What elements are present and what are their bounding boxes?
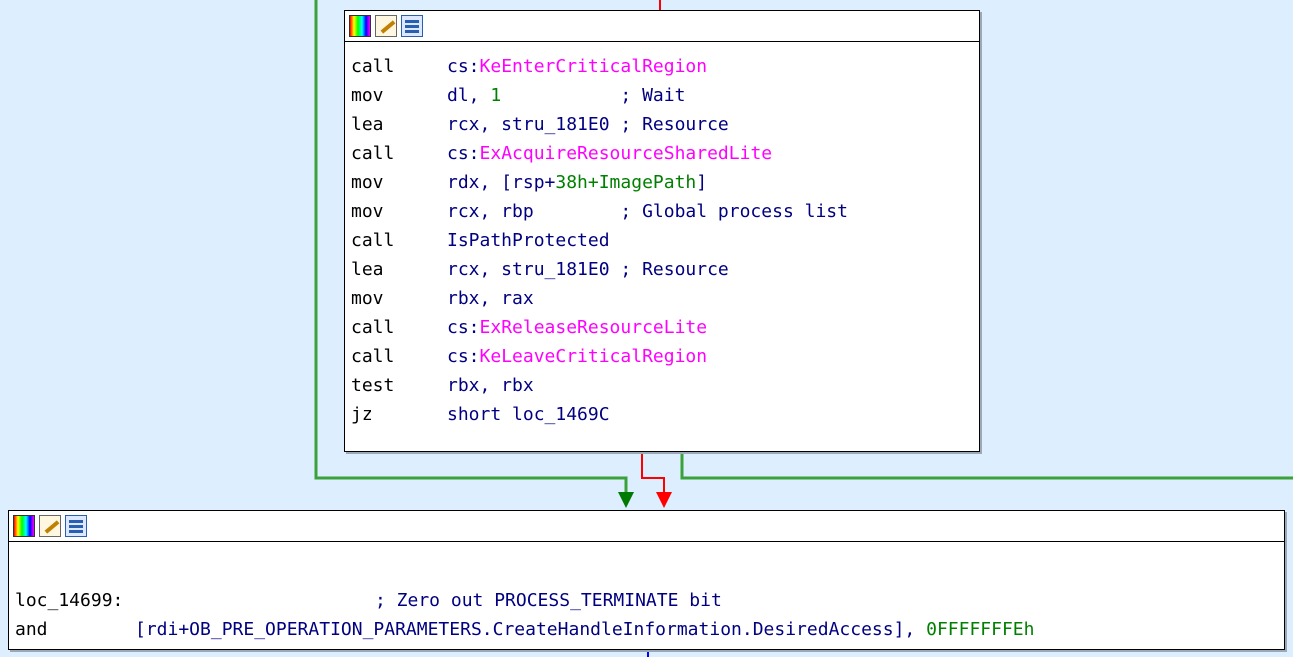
arrow-green [618,492,634,508]
mnemonic: test [351,375,395,396]
edge-red [641,452,665,496]
operand[interactable]: rbx, rax [447,288,534,309]
graph-view-icon[interactable] [65,515,87,537]
mnemonic: mov [351,201,384,222]
code-line[interactable]: call cs:ExReleaseResourceLite [351,313,973,342]
comment: ; Resource [620,114,729,135]
operand[interactable]: cs: [447,346,480,367]
code-line[interactable]: jz short loc_1469C [351,400,973,429]
import-function-name[interactable]: ExAcquireResourceSharedLite [480,143,773,164]
comment: ; Global process list [620,201,848,222]
code-line[interactable]: lea rcx, stru_181E0 ; Resource [351,255,973,284]
code-line[interactable]: call IsPathProtected [351,226,973,255]
comment: ; Resource [620,259,729,280]
import-function-name[interactable]: ExReleaseResourceLite [480,317,708,338]
edit-pencil-icon[interactable] [39,515,61,537]
edge-green-right [680,452,1293,480]
code-line-and[interactable]: and [rdi+OB_PRE_OPERATION_PARAMETERS.Crea… [15,615,1278,644]
mnemonic: and [15,619,48,640]
mnemonic: lea [351,259,384,280]
operand[interactable]: short loc_1469C [447,404,610,425]
operand-number[interactable]: 38h+ImagePath [555,172,696,193]
operand-rest: ] [696,172,708,193]
import-function-name[interactable]: KeLeaveCriticalRegion [480,346,708,367]
operand-rest [501,85,620,106]
operand[interactable]: dl, [447,85,490,106]
mnemonic: call [351,230,395,251]
graph-view-icon[interactable] [401,15,423,37]
operand[interactable]: [rdi+OB_PRE_OPERATION_PARAMETERS.CreateH… [135,619,926,640]
operand[interactable]: rdx, [rsp+ [447,172,555,193]
immediate-value[interactable]: 0FFFFFFFEh [926,619,1034,640]
mnemonic: call [351,346,395,367]
basic-block-loc-14699[interactable]: loc_14699:; Zero out PROCESS_TERMINATE b… [8,510,1285,650]
label-comment: ; Zero out PROCESS_TERMINATE bit [375,590,722,611]
operand[interactable]: cs: [447,143,480,164]
mnemonic: call [351,56,395,77]
operand-number[interactable]: 1 [490,85,501,106]
label-loc-14699[interactable]: loc_14699: [15,586,375,615]
mnemonic: mov [351,85,384,106]
operand[interactable]: rcx, stru_181E0 [447,114,620,135]
mnemonic: mov [351,288,384,309]
block-code: call cs:KeEnterCriticalRegion mov dl, 1 ; W… [345,42,979,429]
color-palette-icon[interactable] [13,515,35,537]
block-header [9,511,1284,542]
code-line[interactable]: call cs:ExAcquireResourceSharedLite [351,139,973,168]
mnemonic: mov [351,172,384,193]
import-function-name[interactable]: KeEnterCriticalRegion [480,56,708,77]
operand[interactable]: IsPathProtected [447,230,610,251]
code-line[interactable]: call cs:KeLeaveCriticalRegion [351,342,973,371]
code-line[interactable]: mov dl, 1 ; Wait [351,81,973,110]
mnemonic: call [351,317,395,338]
code-line[interactable]: call cs:KeEnterCriticalRegion [351,52,973,81]
operand[interactable]: cs: [447,317,480,338]
operand[interactable]: cs: [447,56,480,77]
arrow-red [656,492,672,508]
operand[interactable]: rbx, rbx [447,375,534,396]
mnemonic: call [351,143,395,164]
mnemonic: jz [351,404,373,425]
mnemonic: lea [351,114,384,135]
code-line[interactable]: mov rcx, rbp ; Global process list [351,197,973,226]
comment: ; Wait [620,85,686,106]
code-line[interactable]: lea rcx, stru_181E0 ; Resource [351,110,973,139]
code-line[interactable]: mov rdx, [rsp+38h+ImagePath] [351,168,973,197]
code-line-label[interactable]: loc_14699:; Zero out PROCESS_TERMINATE b… [15,586,1278,615]
basic-block-top[interactable]: call cs:KeEnterCriticalRegion mov dl, 1 ; W… [344,10,980,452]
edit-pencil-icon[interactable] [375,15,397,37]
operand[interactable]: rcx, rbp [447,201,620,222]
block-header [345,11,979,42]
code-line[interactable]: test rbx, rbx [351,371,973,400]
operand[interactable]: rcx, stru_181E0 [447,259,620,280]
code-line[interactable]: mov rbx, rax [351,284,973,313]
block-code: loc_14699:; Zero out PROCESS_TERMINATE b… [9,542,1284,644]
color-palette-icon[interactable] [349,15,371,37]
